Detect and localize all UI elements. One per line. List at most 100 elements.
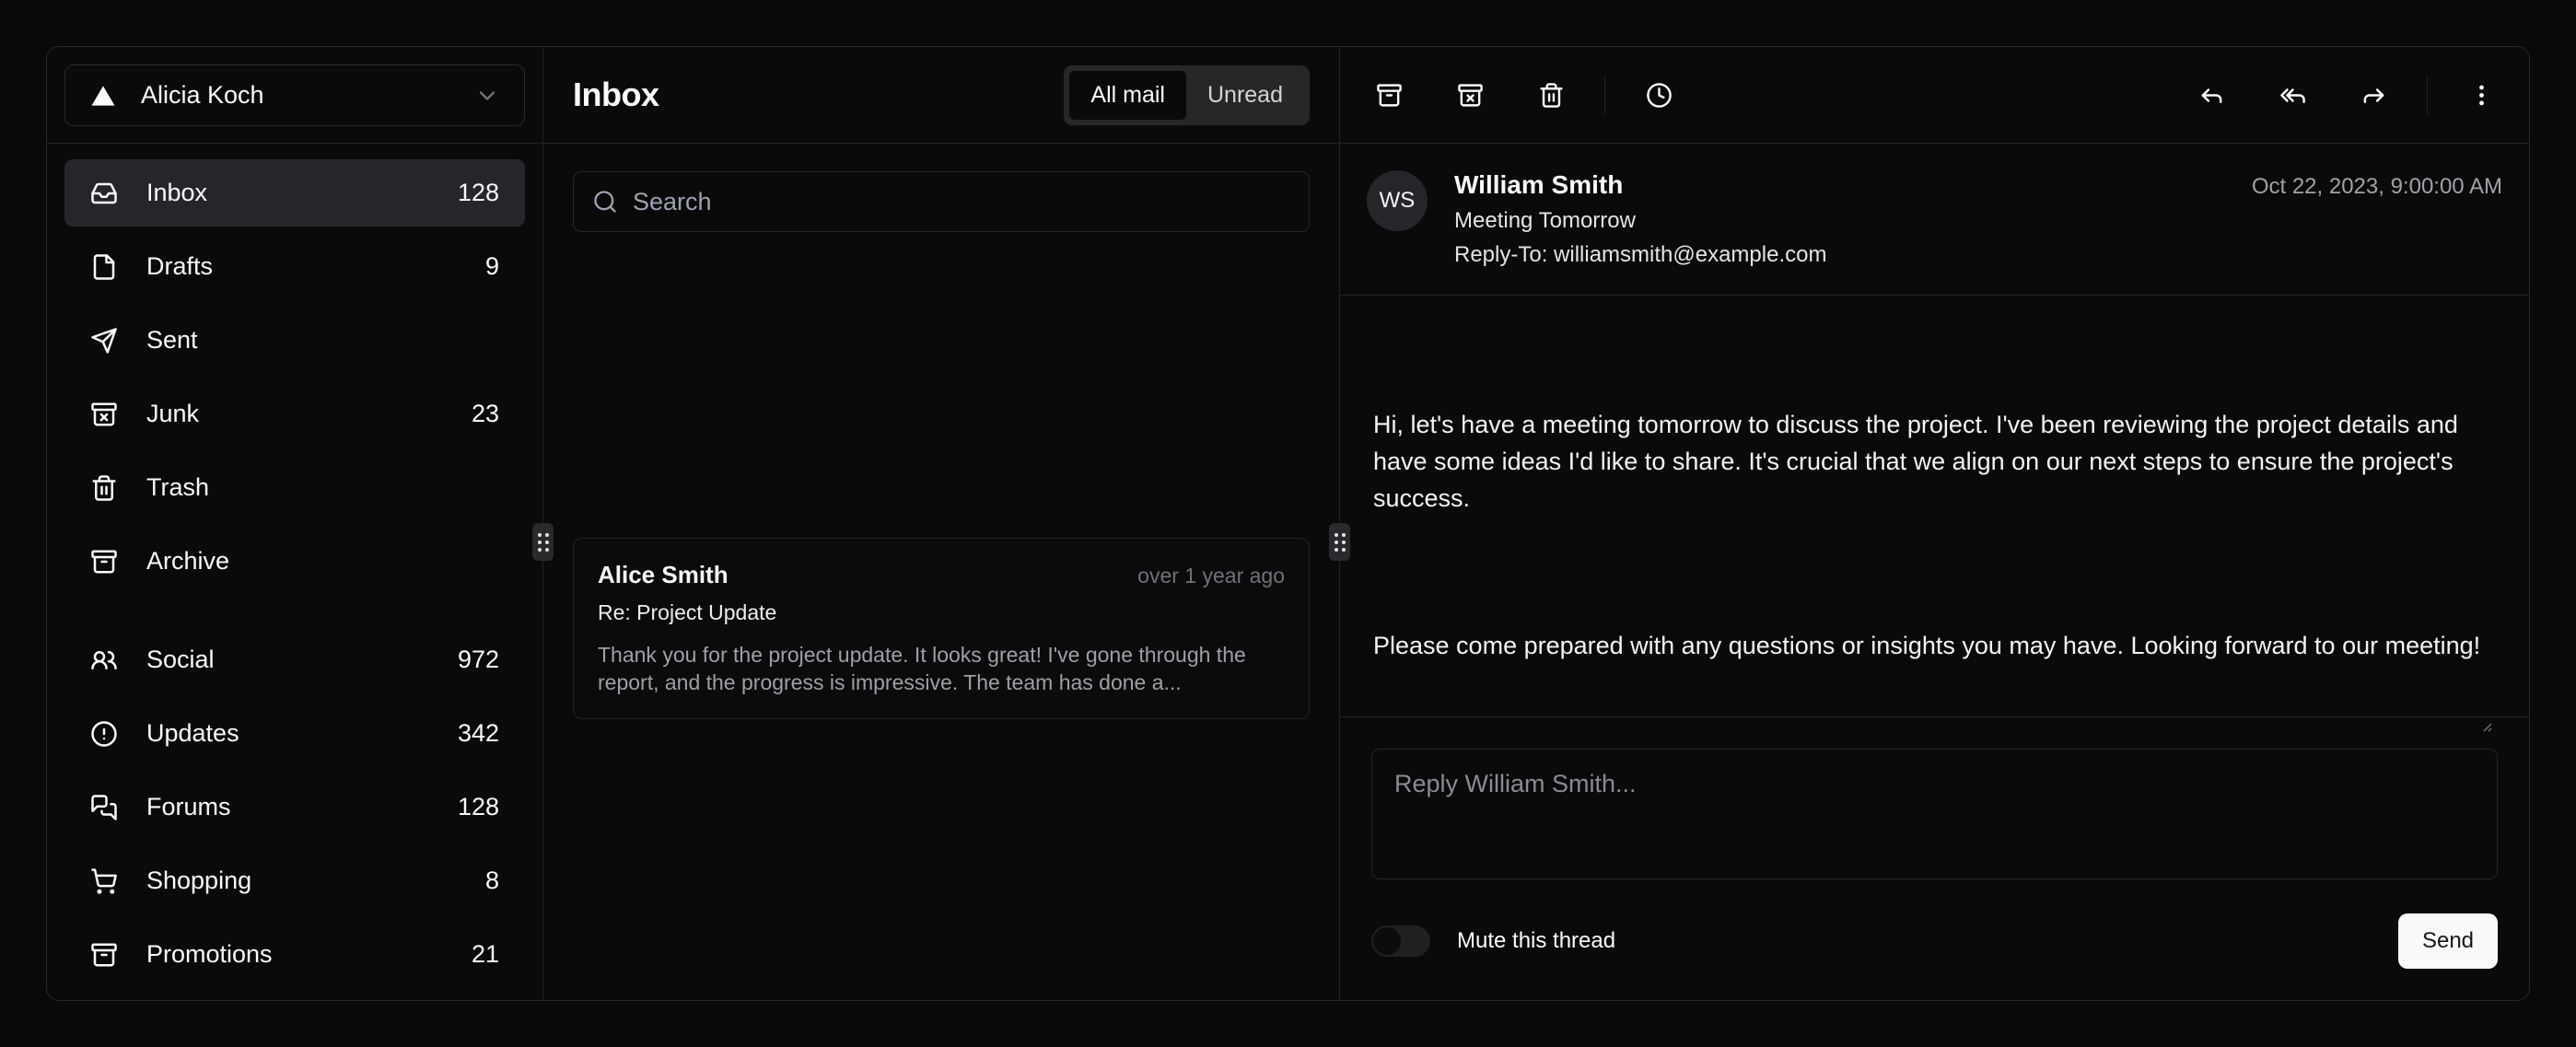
list-header: Inbox All mail Unread <box>543 47 1339 144</box>
sidebar-item-label: Sent <box>146 326 198 355</box>
mail-app-window: Alicia Koch Inbox 128 Drafts 9 Sent <box>46 46 2530 1001</box>
archive-button[interactable] <box>1363 69 1415 121</box>
reply-all-button[interactable] <box>2267 69 2318 121</box>
tab-all-mail[interactable]: All mail <box>1069 71 1186 120</box>
search-icon <box>592 189 618 215</box>
sidebar-item-forums[interactable]: Forums 128 <box>64 774 525 841</box>
reply-icon <box>2198 82 2225 109</box>
sidebar-item-social[interactable]: Social 972 <box>64 626 525 693</box>
messages-square-icon <box>90 794 118 821</box>
avatar: WS <box>1367 170 1428 231</box>
sidebar-item-count: 9 <box>485 252 499 281</box>
sidebar-item-label: Shopping <box>146 867 251 895</box>
email-subject: Re: Project Update <box>598 600 1285 625</box>
reply-all-icon <box>2279 82 2306 109</box>
sidebar-item-count: 23 <box>472 400 499 428</box>
archive-icon <box>90 941 118 969</box>
sidebar-item-label: Trash <box>146 473 209 502</box>
sidebar-item-junk[interactable]: Junk 23 <box>64 380 525 448</box>
mail-header: WS William Smith Meeting Tomorrow Reply-… <box>1340 144 2529 296</box>
vercel-triangle-icon <box>89 82 117 110</box>
account-switcher[interactable]: Alicia Koch <box>64 64 525 126</box>
mail-toolbar <box>1340 47 2529 144</box>
sidebar-item-label: Inbox <box>146 179 207 207</box>
sidebar-item-drafts[interactable]: Drafts 9 <box>64 233 525 300</box>
sidebar-item-count: 21 <box>472 940 499 969</box>
panel-divider <box>1339 47 1340 1000</box>
sidebar-item-sent[interactable]: Sent <box>64 307 525 374</box>
search-input[interactable] <box>633 188 1290 216</box>
sidebar-item-label: Drafts <box>146 252 213 281</box>
panel-resize-handle[interactable] <box>1329 523 1350 561</box>
reply-footer: Mute this thread Send <box>1371 913 2498 969</box>
panel-divider <box>542 47 543 1000</box>
sidebar-item-trash[interactable]: Trash <box>64 454 525 521</box>
email-list-item[interactable]: Alice Smith over 1 year ago Re: Project … <box>573 538 1310 719</box>
email-list: Alice Smith over 1 year ago Re: Project … <box>543 232 1339 1000</box>
sidebar-item-label: Forums <box>146 793 231 821</box>
sidebar-item-shopping[interactable]: Shopping 8 <box>64 847 525 914</box>
search-box <box>573 171 1310 232</box>
sidebar-item-updates[interactable]: Updates 342 <box>64 700 525 767</box>
resize-handle-icon[interactable] <box>2477 717 2492 732</box>
sidebar-item-promotions[interactable]: Promotions 21 <box>64 921 525 988</box>
archive-x-icon <box>1457 82 1484 109</box>
clock-icon <box>1646 82 1673 109</box>
sidebar-item-inbox[interactable]: Inbox 128 <box>64 159 525 227</box>
inbox-icon <box>90 180 118 207</box>
email-sender: Alice Smith <box>598 561 729 589</box>
toolbar-separator <box>1604 76 1605 114</box>
toolbar-separator <box>2427 76 2428 114</box>
mail-body: Hi, let's have a meeting tomorrow to dis… <box>1340 296 2529 716</box>
mail-subject: Meeting Tomorrow <box>1454 208 1826 234</box>
trash-icon <box>1538 82 1565 109</box>
move-to-junk-button[interactable] <box>1444 69 1496 121</box>
email-preview: Thank you for the project update. It loo… <box>598 641 1285 696</box>
sidebar-item-count: 128 <box>458 793 499 821</box>
sidebar-header: Alicia Koch <box>47 47 542 144</box>
sender-info: William Smith Meeting Tomorrow Reply-To:… <box>1454 170 1826 268</box>
sidebar-item-label: Junk <box>146 400 199 428</box>
reply-section: Mute this thread Send <box>1340 716 2529 1000</box>
reply-button[interactable] <box>2186 69 2237 121</box>
sidebar: Alicia Koch Inbox 128 Drafts 9 Sent <box>47 47 542 1000</box>
mute-thread-toggle[interactable] <box>1371 925 1430 957</box>
sidebar-item-label: Archive <box>146 547 229 576</box>
sidebar-item-label: Promotions <box>146 940 273 969</box>
sidebar-item-count: 972 <box>458 646 499 674</box>
more-options-button[interactable] <box>2455 69 2507 121</box>
toolbar-right-group <box>2186 69 2507 121</box>
sender-name: William Smith <box>1454 170 1826 200</box>
mail-date: Oct 22, 2023, 9:00:00 AM <box>2252 170 2502 200</box>
users-icon <box>90 646 118 674</box>
panel-resize-handle[interactable] <box>532 523 554 561</box>
move-to-trash-button[interactable] <box>1525 69 1577 121</box>
email-item-header: Alice Smith over 1 year ago <box>598 561 1285 589</box>
archive-icon <box>1376 82 1403 109</box>
account-name: Alicia Koch <box>141 81 264 110</box>
send-button[interactable]: Send <box>2398 913 2498 969</box>
mail-filter-tabs: All mail Unread <box>1064 65 1310 125</box>
tab-unread[interactable]: Unread <box>1186 71 1304 120</box>
mail-detail-panel: WS William Smith Meeting Tomorrow Reply-… <box>1340 47 2529 1000</box>
trash-icon <box>90 474 118 502</box>
sidebar-item-archive[interactable]: Archive <box>64 528 525 595</box>
forward-icon <box>2360 82 2387 109</box>
shopping-cart-icon <box>90 867 118 895</box>
mute-thread-label: Mute this thread <box>1457 928 1615 954</box>
sidebar-item-label: Social <box>146 646 215 674</box>
sidebar-item-label: Updates <box>146 719 239 748</box>
reply-textarea[interactable] <box>1371 749 2498 879</box>
alert-circle-icon <box>90 720 118 748</box>
file-icon <box>90 253 118 281</box>
sidebar-item-count: 8 <box>485 867 499 895</box>
email-list-panel: Inbox All mail Unread Alice Smith over 1… <box>543 47 1339 1000</box>
snooze-button[interactable] <box>1633 69 1684 121</box>
send-icon <box>90 327 118 355</box>
page-title: Inbox <box>573 76 659 114</box>
search-section <box>543 144 1339 232</box>
toggle-thumb <box>1373 927 1401 955</box>
mail-paragraph: Hi, let's have a meeting tomorrow to dis… <box>1373 406 2496 517</box>
sidebar-nav-secondary: Social 972 Updates 342 Forums 128 Shoppi… <box>47 611 542 1001</box>
forward-button[interactable] <box>2348 69 2399 121</box>
